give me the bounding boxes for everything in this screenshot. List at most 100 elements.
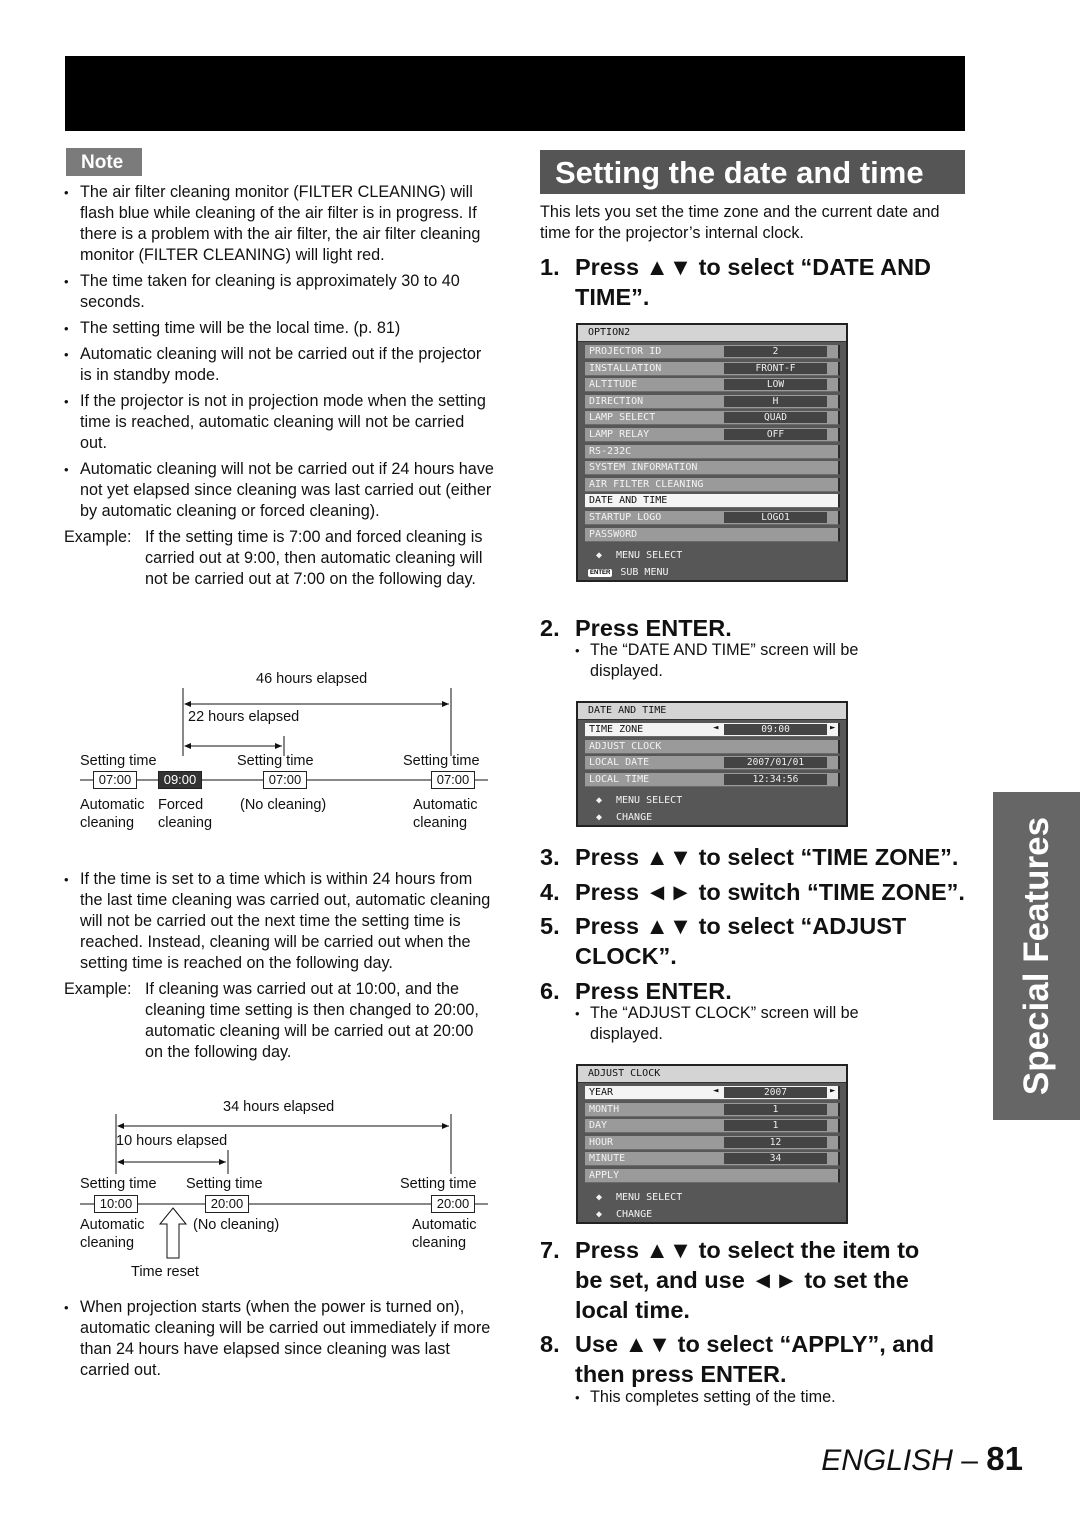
arrow-right-icon[interactable]: ► (830, 1086, 835, 1096)
step-note: The “DATE AND TIME” screen will be displ… (575, 640, 905, 682)
note-bullet: Automatic cleaning will not be carried o… (64, 344, 494, 386)
step-text: Press ENTER. (575, 615, 732, 641)
osd-footer-item: ◆ CHANGE (578, 808, 846, 825)
osd-menu-item[interactable]: ALTITUDE LOW (585, 378, 840, 393)
osd-footer-label: CHANGE (616, 1208, 653, 1220)
example-1: Example: If the setting time is 7:00 and… (64, 527, 494, 590)
osd-item-label: TIME ZONE (589, 724, 644, 735)
osd-item-value: 1 (724, 1103, 827, 1115)
up-down-icon: ◆ (595, 795, 603, 807)
osd-item-value: 2007/01/01 (724, 757, 827, 769)
osd-footer-item: ◆ MENU SELECT (578, 1188, 846, 1205)
step-number: 1. (540, 254, 560, 280)
osd-menu-item[interactable]: PROJECTOR ID 2 (585, 345, 840, 359)
osd-item-label: RS-232C (589, 445, 632, 457)
setting-time-label: Setting time (403, 753, 480, 769)
step-2-note: The “DATE AND TIME” screen will be displ… (575, 640, 905, 687)
osd-menu-item[interactable]: LOCAL DATE 2007/01/01 (585, 756, 840, 771)
time-box-forced: 09:00 (158, 771, 202, 789)
note-bullet: If the projector is not in projection mo… (64, 391, 494, 454)
step-number: 6. (540, 978, 560, 1004)
osd-item-label: LAMP SELECT (589, 412, 656, 424)
caption: Automatic cleaning (413, 797, 478, 831)
section-intro: This lets you set the time zone and the … (540, 203, 940, 242)
osd-menu-item[interactable]: TIME ZONE 09:00 ◄ ► (585, 723, 840, 737)
time-box: 20:00 (205, 1195, 249, 1213)
span-label: 34 hours elapsed (223, 1099, 335, 1115)
step-number: 7. (540, 1237, 560, 1263)
osd-item-value: 09:00 (724, 724, 827, 735)
caption: Automatic cleaning (80, 1217, 145, 1251)
step-number: 2. (540, 615, 560, 641)
osd-item-value: LOW (724, 379, 827, 391)
osd-item-label: PASSWORD (589, 528, 638, 540)
osd-item-label: YEAR (589, 1087, 614, 1098)
osd-title: OPTION2 (578, 325, 846, 342)
step-text: Press ◄► to switch “TIME ZONE”. (575, 879, 965, 905)
osd-item-label: ADJUST CLOCK (589, 740, 662, 752)
step-8: 8. Use ▲▼ to select “APPLY”, and then pr… (540, 1329, 980, 1389)
osd-item-label: DIRECTION (589, 395, 644, 407)
page-number: 81 (986, 1440, 1023, 1477)
osd-item-label: INSTALLATION (589, 362, 662, 374)
span-label: 46 hours elapsed (256, 671, 368, 687)
osd-item-label: STARTUP LOGO (589, 511, 662, 523)
footer-dash: – (952, 1444, 987, 1477)
osd-item-value: LOGO1 (724, 511, 827, 523)
osd-menu-item[interactable]: PASSWORD (585, 527, 840, 542)
osd-menu-item[interactable]: STARTUP LOGO LOGO1 (585, 510, 840, 525)
arrow-left-icon[interactable]: ◄ (713, 723, 718, 733)
osd-menu-item[interactable]: YEAR 2007 ◄ ► (585, 1086, 840, 1100)
osd-menu-item[interactable]: SYSTEM INFORMATION (585, 461, 840, 476)
osd-menu-item[interactable]: AIR FILTER CLEANING (585, 477, 840, 492)
example-label: Example: (64, 528, 132, 546)
step-note: The “ADJUST CLOCK” screen will be displa… (575, 1003, 905, 1045)
time-box: 07:00 (431, 771, 475, 789)
caption: (No cleaning) (193, 1217, 280, 1233)
osd-menu-item[interactable]: HOUR 12 (585, 1135, 840, 1150)
step-text: Press ▲▼ to select “DATE AND TIME”. (575, 254, 932, 310)
up-down-icon: ◆ (595, 1191, 603, 1203)
osd-menu-item[interactable]: LOCAL TIME 12:34:56 (585, 772, 840, 787)
up-down-icon: ◆ (595, 550, 603, 562)
osd-menu-item[interactable]: DIRECTION H (585, 394, 840, 409)
osd-menu-item[interactable]: DAY 1 (585, 1119, 840, 1134)
osd-menu-item[interactable]: APPLY (585, 1168, 840, 1183)
osd-item-label: ALTITUDE (589, 379, 638, 391)
left-right-icon: ◆ (595, 1208, 603, 1220)
osd-menu-item[interactable]: RS-232C (585, 444, 840, 459)
note-badge: Note (66, 148, 142, 176)
step-number: 5. (540, 913, 560, 939)
osd-menu-item[interactable]: MINUTE 34 (585, 1152, 840, 1167)
osd-menu-item[interactable]: DATE AND TIME (585, 494, 840, 509)
note-bullet: When projection starts (when the power i… (64, 1297, 494, 1381)
osd-menu-item[interactable]: ADJUST CLOCK (585, 739, 840, 754)
step-text: Press ENTER. (575, 978, 732, 1004)
timeline-diagram-2: 34 hours elapsed 10 hours elapsed Settin… (78, 1096, 493, 1286)
example-text: If the setting time is 7:00 and forced c… (145, 528, 483, 588)
header-bar (65, 56, 965, 131)
osd-menu-item[interactable]: MONTH 1 (585, 1102, 840, 1117)
osd-menu-item[interactable]: INSTALLATION FRONT-F (585, 361, 840, 376)
osd-item-label: LOCAL DATE (589, 757, 650, 769)
osd-title: ADJUST CLOCK (578, 1066, 846, 1083)
setting-time-label: Setting time (80, 1176, 157, 1192)
time-box: 07:00 (263, 771, 307, 789)
osd-menu-item[interactable]: LAMP RELAY OFF (585, 427, 840, 442)
note-bullet: The air filter cleaning monitor (FILTER … (64, 182, 494, 266)
time-reset-label: Time reset (131, 1264, 199, 1280)
step-number: 4. (540, 879, 560, 905)
arrow-left-icon[interactable]: ◄ (713, 1086, 718, 1096)
osd-footer-label: MENU SELECT (616, 795, 683, 807)
step-number: 3. (540, 844, 560, 870)
osd-item-label: HOUR (589, 1136, 614, 1148)
time-box: 20:00 (431, 1195, 475, 1213)
note-column: The air filter cleaning monitor (FILTER … (64, 182, 494, 595)
section-title: Setting the date and time (540, 150, 965, 194)
arrow-right-icon[interactable]: ► (830, 723, 835, 733)
osd-menu-item[interactable]: LAMP SELECT QUAD (585, 411, 840, 426)
note-bullet: The time taken for cleaning is approxima… (64, 271, 494, 313)
footer-language: ENGLISH (821, 1444, 953, 1477)
note-column-3: When projection starts (when the power i… (64, 1297, 494, 1386)
setting-time-label: Setting time (400, 1176, 477, 1192)
